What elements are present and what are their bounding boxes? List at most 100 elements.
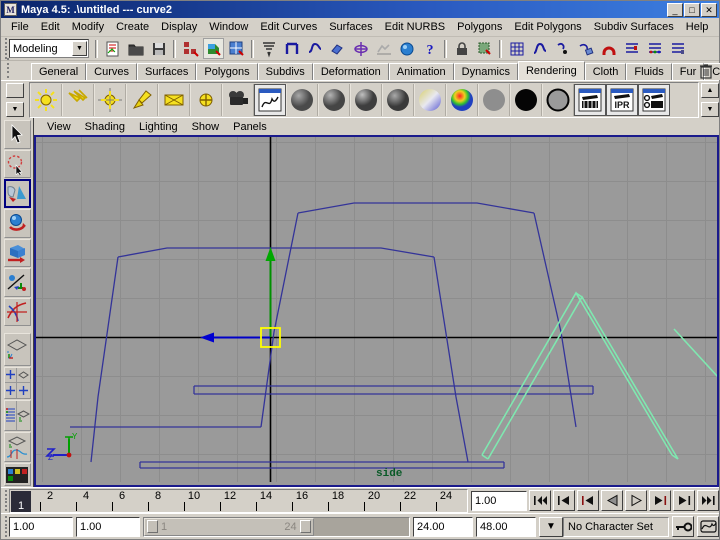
- lasso-tool[interactable]: [3, 149, 31, 179]
- range-end-handle[interactable]: [299, 520, 311, 533]
- chevron-down-icon[interactable]: ▼: [72, 41, 87, 56]
- shelf-tab-rendering[interactable]: Rendering: [517, 61, 585, 80]
- rotate-tool[interactable]: [3, 238, 31, 268]
- layout-persp-graph[interactable]: [3, 431, 31, 463]
- ramp-shader-icon[interactable]: [446, 83, 478, 116]
- vp-menu-panels[interactable]: Panels: [226, 121, 274, 133]
- new-scene-icon[interactable]: [102, 38, 123, 59]
- snap-to-view-plane-icon[interactable]: [350, 38, 371, 59]
- side-view-3d-viewport[interactable]: Y Z side: [36, 137, 717, 485]
- shelf-tab-deformation[interactable]: Deformation: [312, 63, 389, 80]
- surface-shader-icon[interactable]: [478, 83, 510, 116]
- range-end-time-field[interactable]: 24.00: [413, 516, 473, 537]
- character-set-dropdown-button[interactable]: ▼: [539, 516, 563, 537]
- directional-light-icon[interactable]: [62, 83, 94, 116]
- layout-quad-bottom-right[interactable]: [17, 383, 30, 398]
- layout-single-perspective[interactable]: [3, 333, 31, 366]
- layered-shader-icon[interactable]: [414, 83, 446, 116]
- menu-polygons[interactable]: Polygons: [451, 19, 508, 35]
- menu-surfaces[interactable]: Surfaces: [323, 19, 378, 35]
- shelf-tab-surfaces[interactable]: Surfaces: [136, 63, 197, 80]
- menu-edit[interactable]: Edit: [35, 19, 66, 35]
- open-scene-icon[interactable]: [125, 38, 146, 59]
- menu-display[interactable]: Display: [155, 19, 203, 35]
- step-forward-key-button[interactable]: [673, 490, 695, 511]
- use-background-icon[interactable]: [510, 83, 542, 116]
- ipr-render-icon[interactable]: IPR: [606, 83, 638, 116]
- shelf-tab-subdivs[interactable]: Subdivs: [257, 63, 313, 80]
- shelf-scroll-down-button[interactable]: ▼: [701, 101, 719, 117]
- viewport-scene[interactable]: Y Z side: [36, 137, 717, 482]
- lambert-shader-icon[interactable]: [286, 83, 318, 116]
- key-icon[interactable]: [672, 516, 694, 537]
- spot-light-icon[interactable]: [126, 83, 158, 116]
- character-set-field[interactable]: No Character Set: [563, 516, 669, 537]
- make-live-icon[interactable]: [373, 38, 394, 59]
- layout-hypershade-persp[interactable]: [3, 463, 31, 486]
- layout-outliner-pane[interactable]: [5, 401, 17, 430]
- render-view-icon[interactable]: [254, 83, 286, 116]
- layout-quad-top-right[interactable]: [17, 368, 30, 383]
- maximize-button[interactable]: □: [684, 2, 700, 17]
- shelf-options-button[interactable]: [6, 82, 24, 98]
- current-frame-indicator[interactable]: 1: [11, 490, 31, 512]
- step-back-frame-button[interactable]: [577, 490, 599, 511]
- close-button[interactable]: ✕: [701, 2, 717, 17]
- menu-help[interactable]: Help: [680, 19, 715, 35]
- universal-manipulator-tool[interactable]: [3, 297, 31, 327]
- vp-menu-shading[interactable]: Shading: [78, 121, 132, 133]
- vp-menu-show[interactable]: Show: [185, 121, 227, 133]
- menu-file[interactable]: File: [5, 19, 35, 35]
- ambient-light-icon[interactable]: [94, 83, 126, 116]
- point-snap-icon[interactable]: [552, 38, 573, 59]
- blinn-shader-icon[interactable]: [318, 83, 350, 116]
- range-slider-bar[interactable]: 1 24: [143, 516, 410, 537]
- step-back-key-button[interactable]: [553, 490, 575, 511]
- shelf-scroll-up-button[interactable]: ▲: [701, 82, 719, 98]
- menu-modify[interactable]: Modify: [66, 19, 110, 35]
- go-to-end-button[interactable]: [697, 490, 719, 511]
- shelf-tab-fluids[interactable]: Fluids: [626, 63, 672, 80]
- animation-start-time-field[interactable]: 1.00: [9, 516, 73, 537]
- menu-set-selector[interactable]: Modeling ▼: [9, 39, 89, 58]
- play-backwards-button[interactable]: [601, 490, 623, 511]
- shelf-drag-handle[interactable]: [5, 57, 11, 79]
- tool-settings-icon[interactable]: [621, 38, 642, 59]
- range-start-handle[interactable]: [147, 520, 158, 533]
- attribute-editor-icon[interactable]: [575, 38, 596, 59]
- snap-to-grid-icon[interactable]: [258, 38, 279, 59]
- snap-to-curve-icon[interactable]: [304, 38, 325, 59]
- step-forward-frame-button[interactable]: [649, 490, 671, 511]
- select-by-object-icon[interactable]: [203, 38, 224, 59]
- curve-editor-icon[interactable]: [529, 38, 550, 59]
- snap-to-point-icon[interactable]: [281, 38, 302, 59]
- select-by-component-icon[interactable]: [226, 38, 247, 59]
- menu-create[interactable]: Create: [110, 19, 155, 35]
- render-globals-icon[interactable]: [638, 83, 670, 116]
- menu-window[interactable]: Window: [203, 19, 254, 35]
- move-tool[interactable]: [3, 208, 31, 238]
- save-scene-icon[interactable]: [148, 38, 169, 59]
- trash-icon[interactable]: [699, 63, 713, 79]
- time-slider[interactable]: 1 2 4 6 8 10 12 14 16 18 20 22 24: [9, 488, 468, 513]
- menu-edit-curves[interactable]: Edit Curves: [254, 19, 323, 35]
- render-current-frame-icon[interactable]: [574, 83, 606, 116]
- shelf-tab-cloth[interactable]: Cloth: [584, 63, 627, 80]
- shading-map-icon[interactable]: [542, 83, 574, 116]
- select-tool[interactable]: [3, 120, 31, 149]
- lock-icon[interactable]: [451, 38, 472, 59]
- play-forwards-button[interactable]: [625, 490, 647, 511]
- select-render-region-icon[interactable]: [474, 38, 495, 59]
- scale-tool[interactable]: [3, 268, 31, 297]
- go-to-start-button[interactable]: [529, 490, 551, 511]
- animation-preferences-icon[interactable]: [697, 516, 719, 537]
- shelf-tab-animation[interactable]: Animation: [388, 63, 454, 80]
- show-hide-grid-icon[interactable]: [506, 38, 527, 59]
- construction-history-icon[interactable]: [396, 38, 417, 59]
- layout-four-view[interactable]: [3, 366, 31, 400]
- snap-to-surface-icon[interactable]: [327, 38, 348, 59]
- shelf-menu-button[interactable]: ▼: [6, 101, 24, 117]
- anisotropic-shader-icon[interactable]: [382, 83, 414, 116]
- paint-selection-tool[interactable]: [3, 179, 31, 208]
- vp-menu-lighting[interactable]: Lighting: [132, 121, 185, 133]
